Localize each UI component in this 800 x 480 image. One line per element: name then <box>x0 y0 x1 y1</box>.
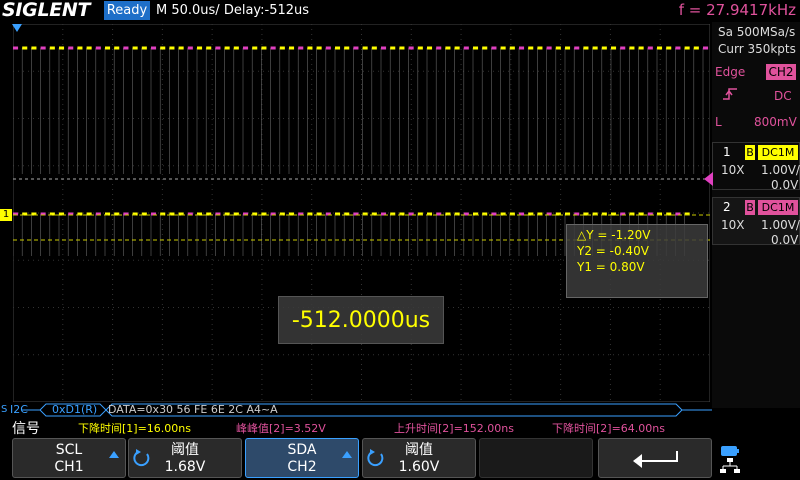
channel-1-bw-limit: B <box>745 145 755 160</box>
empty-softkey[interactable] <box>479 438 593 478</box>
channel-1-info[interactable]: 1 B DC1M 10X 1.00V/ 0.0V <box>712 142 800 192</box>
trigger-panel[interactable]: Edge CH2 DC L 800mV <box>712 62 800 134</box>
measurement-ch2-peak-peak: 峰峰值[2]=3.52V <box>236 422 326 435</box>
run-status-badge[interactable]: Ready <box>104 1 150 20</box>
decode-data: DATA=0x30 56 FE 6E 2C A4~A <box>108 403 278 416</box>
channel-1-probe: 10X <box>721 163 745 177</box>
channel-2-info[interactable]: 2 B DC1M 10X 1.00V/ 0.0V <box>712 197 800 247</box>
network-icon <box>720 458 740 474</box>
scl-source-button[interactable]: SCL CH1 <box>12 438 126 478</box>
channel-1-ground-marker[interactable]: 1 <box>0 209 12 221</box>
return-button[interactable] <box>598 438 712 478</box>
trigger-level-marker[interactable] <box>704 172 713 186</box>
waveform-display[interactable] <box>13 24 710 402</box>
channel-2-number: 2 <box>723 200 731 214</box>
channel-1-offset: 0.0V <box>771 178 799 192</box>
scl-channel: CH1 <box>54 459 84 475</box>
cursor-readout-panel: △Y = -1.20V Y2 = -0.40V Y1 = 0.80V <box>566 224 708 298</box>
trigger-source-badge: CH2 <box>766 64 796 80</box>
battery-status-icon <box>720 442 740 456</box>
rotary-knob-icon <box>133 449 151 467</box>
measurement-ch2-fall-time: 下降时间[2]=64.00ns <box>552 422 665 435</box>
scl-threshold-button[interactable]: 阈值 1.68V <box>128 438 242 478</box>
bus-type-label: I2C <box>10 403 28 416</box>
sample-rate: Sa 500MSa/s <box>718 25 796 39</box>
memory-depth: Curr 350kpts <box>718 42 796 56</box>
decode-address: 0xD1(R) <box>52 403 98 416</box>
channel-2-scale: 1.00V/ <box>761 218 800 232</box>
sda-source-button[interactable]: SDA CH2 <box>245 438 359 478</box>
measurement-ch1-fall-time: 下降时间[1]=16.00ns <box>78 422 191 435</box>
channel-1-coupling: DC1M <box>758 145 798 160</box>
rotary-knob-icon <box>367 449 385 467</box>
channel-2-offset: 0.0V <box>771 233 799 247</box>
sda-channel: CH2 <box>287 459 317 475</box>
i2c-decode-bus[interactable] <box>0 403 712 417</box>
chevron-up-icon <box>109 451 119 458</box>
sda-threshold-button[interactable]: 阈值 1.60V <box>362 438 476 478</box>
trigger-coupling: DC <box>774 89 792 103</box>
chevron-up-icon <box>342 451 352 458</box>
frequency-counter: f = 27.9417kHz <box>678 1 796 19</box>
trigger-level-label: L <box>715 115 722 129</box>
cursor-delta-y: △Y = -1.20V <box>577 228 651 242</box>
timebase-readout[interactable]: M 50.0us/ Delay:-512us <box>156 1 309 20</box>
trigger-level: 800mV <box>754 115 797 129</box>
channel-2-probe: 10X <box>721 218 745 232</box>
cursor-y2: Y2 = -0.40V <box>577 244 649 258</box>
bus-marker: S <box>1 404 8 415</box>
signal-menu-label: 信号 <box>12 421 40 437</box>
measurement-ch2-rise-time: 上升时间[2]=152.00ns <box>394 422 514 435</box>
trigger-type: Edge <box>715 65 746 79</box>
siglent-logo: SIGLENT <box>2 0 91 21</box>
rising-edge-icon <box>722 86 738 102</box>
trigger-position-marker[interactable] <box>12 24 22 32</box>
channel-1-number: 1 <box>723 145 731 159</box>
cursor-y1: Y1 = 0.80V <box>577 260 645 274</box>
channel-2-coupling: DC1M <box>758 200 798 215</box>
channel-1-scale: 1.00V/ <box>761 163 800 177</box>
return-arrow-icon <box>633 449 679 474</box>
horizontal-delay-popup: -512.0000us <box>278 296 444 344</box>
channel-2-bw-limit: B <box>745 200 755 215</box>
